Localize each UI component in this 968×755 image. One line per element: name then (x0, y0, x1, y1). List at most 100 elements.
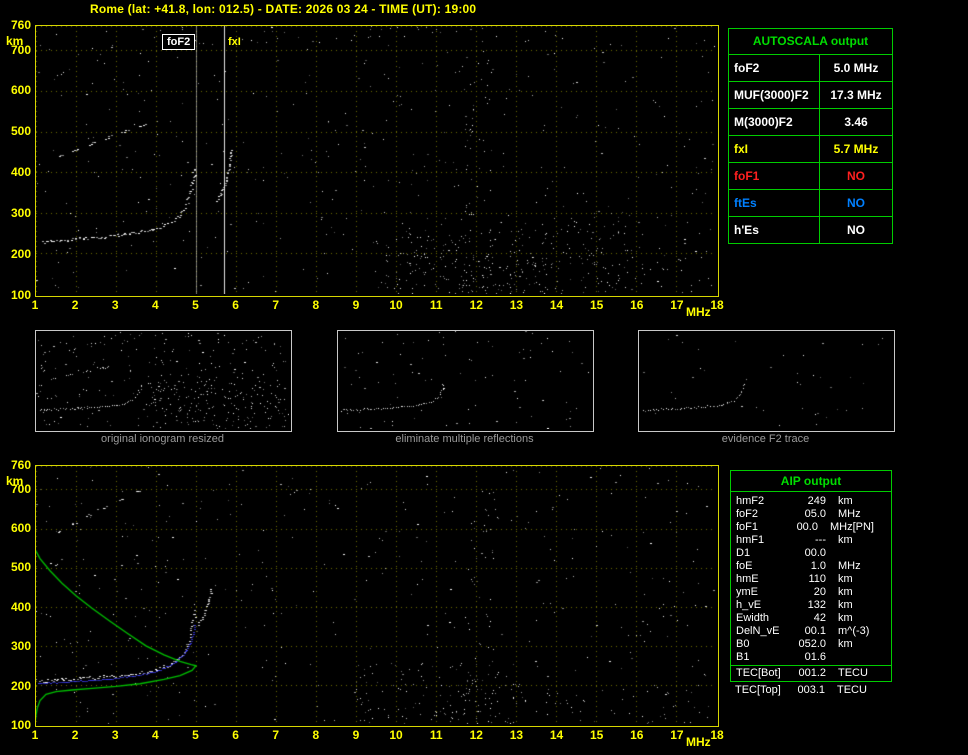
autoscala-param-label: ftEs (729, 190, 820, 216)
x-tick-12: 12 (469, 298, 483, 312)
y-tick-760: 760 (10, 18, 31, 32)
y-tick-600: 600 (10, 83, 31, 98)
autoscala-row-MUF(3000)F2: MUF(3000)F2 17.3 MHz (729, 82, 892, 109)
x-tick-1: 1 (31, 728, 39, 742)
y-tick-200: 200 (10, 678, 31, 693)
x-tick-13: 13 (509, 728, 524, 742)
x-tick-8: 8 (312, 298, 320, 312)
x-tick-1: 1 (31, 298, 39, 312)
y-tick-400: 400 (10, 165, 31, 180)
aip-param-label: foF1 (736, 521, 759, 533)
x-tick-2: 2 (71, 298, 79, 312)
autoscala-param-value: NO (847, 169, 865, 183)
aip-param-unit: km (838, 612, 853, 624)
thumbnail-canvas-original (36, 331, 289, 429)
aip-row-ymE: ymE 20 km (731, 586, 891, 599)
aip-param-unit: km (838, 599, 853, 611)
aip-param-value: 01.6 (804, 651, 826, 663)
x-tick-6: 6 (232, 298, 239, 312)
thumbnail-eliminate-reflections (337, 330, 594, 432)
y-tick-600: 600 (10, 521, 31, 536)
aip-param-unit: km (838, 534, 853, 546)
aip-param-unit: km (838, 495, 853, 507)
aip-row-Ewidth: Ewidth 42 km (731, 612, 891, 625)
autoscala-param-label: MUF(3000)F2 (729, 82, 820, 108)
thumbnail-evidence-f2 (638, 330, 895, 432)
autoscala-param-value: 5.0 MHz (833, 61, 879, 75)
aip-param-value: 42 (813, 612, 826, 624)
aip-param-unit: MHz (838, 508, 861, 520)
aip-param-note: [PN] (852, 521, 874, 533)
x-tick-3: 3 (111, 298, 119, 312)
aip-profile-plot (35, 465, 719, 727)
aip-param-value: 1.0 (810, 560, 826, 572)
x-tick-11: 11 (429, 298, 443, 312)
aip-param-label: DelN_vE (736, 625, 780, 637)
x-tick-14: 14 (549, 298, 564, 312)
aip-row-h_vE: h_vE 132 km (731, 599, 891, 612)
aip-output-table: AIP output hmF2 249 km foF2 05.0 MHz foF1 00.0 M… (730, 470, 892, 682)
autoscala-param-value: 3.46 (844, 115, 868, 129)
x-tick-16: 16 (630, 728, 644, 742)
aip-param-unit: TECU (838, 667, 868, 679)
aip-row-foF1: foF1 00.0 MHz [PN] (731, 521, 891, 534)
thumbnail-caption-reflections: eliminate multiple reflections (395, 433, 534, 445)
aip-row-hmF2: hmF2 249 km (731, 495, 891, 508)
aip-param-unit: MHz (829, 521, 853, 533)
x-tick-9: 9 (352, 298, 360, 312)
aip-param-label: h_vE (736, 599, 762, 611)
aip-table-rows: hmF2 249 km foF2 05.0 MHz foF1 00.0 MHz [PN] hmF1-… (731, 492, 891, 681)
aip-row-B0: B0 052.0 km (731, 638, 891, 651)
autoscala-param-label: fxI (729, 136, 820, 162)
autoscala-table-title: AUTOSCALA output (729, 29, 892, 55)
aip-param-label: B0 (736, 638, 750, 650)
x-tick-4: 4 (152, 298, 159, 312)
y-tick-300: 300 (10, 639, 31, 654)
autoscala-param-label: foF1 (729, 163, 820, 189)
x-tick-6: 6 (232, 728, 239, 742)
aip-param-unit: m^(-3) (838, 625, 870, 637)
aip-param-label: TEC[Bot] (736, 667, 781, 679)
autoscala-param-label: h'Es (729, 217, 820, 243)
fof2-marker-label: foF2 (162, 34, 196, 50)
aip-param-label: Ewidth (736, 612, 770, 624)
x-tick-4: 4 (152, 728, 159, 742)
x-tick-2: 2 (71, 728, 79, 742)
aip-row-foE: foE 1.0 MHz (731, 560, 891, 573)
y-tick-300: 300 (10, 206, 31, 221)
x-tick-7: 7 (272, 728, 280, 742)
x-tick-11: 11 (429, 728, 443, 742)
thumbnail-canvas-evidence (639, 331, 892, 429)
y-tick-760: 760 (10, 458, 31, 472)
aip-param-label: ymE (736, 586, 758, 598)
fxi-marker-label: fxI (228, 36, 241, 48)
x-tick-13: 13 (509, 298, 524, 312)
ionogram-plot-top: foF2 fxI (35, 25, 719, 297)
aip-param-unit: km (838, 638, 853, 650)
aip-param-label: D1 (736, 547, 751, 559)
autoscala-param-value: 5.7 MHz (833, 142, 879, 156)
autoscala-row-M(3000)F2: M(3000)F2 3.46 (729, 109, 892, 136)
x-tick-7: 7 (272, 298, 280, 312)
autoscala-param-value: NO (847, 223, 865, 237)
x-tick-3: 3 (111, 728, 119, 742)
aip-param-value: 00.1 (804, 625, 826, 637)
x-tick-16: 16 (630, 298, 644, 312)
autoscala-row-foF1: foF1 NO (729, 163, 892, 190)
aip-table-title: AIP output (731, 471, 891, 492)
aip-profile-canvas (36, 466, 716, 724)
thumbnail-canvas-reflections (338, 331, 591, 429)
aip-param-value: 001.2 (798, 667, 826, 679)
x-tick-12: 12 (469, 728, 483, 742)
autoscala-param-label: foF2 (729, 55, 820, 81)
aip-param-value: 003.1 (797, 684, 825, 696)
autoscala-output-table: AUTOSCALA output foF2 5.0 MHz MUF(3000)F2 1… (728, 28, 893, 244)
aip-row-TEC[Bot]: TEC[Bot] 001.2 TECU (731, 665, 891, 681)
x-tick-5: 5 (192, 298, 199, 312)
aip-param-value: --- (815, 534, 826, 546)
aip-tec-top-row: TEC[Top] 003.1 TECU (730, 684, 890, 697)
autoscala-row-h'Es: h'Es NO (729, 217, 892, 243)
aip-row-D1: D1 00.0 (731, 547, 891, 560)
x-tick-8: 8 (312, 728, 320, 742)
aip-row-TEC[Top]: TEC[Top] 003.1 TECU (730, 684, 890, 697)
